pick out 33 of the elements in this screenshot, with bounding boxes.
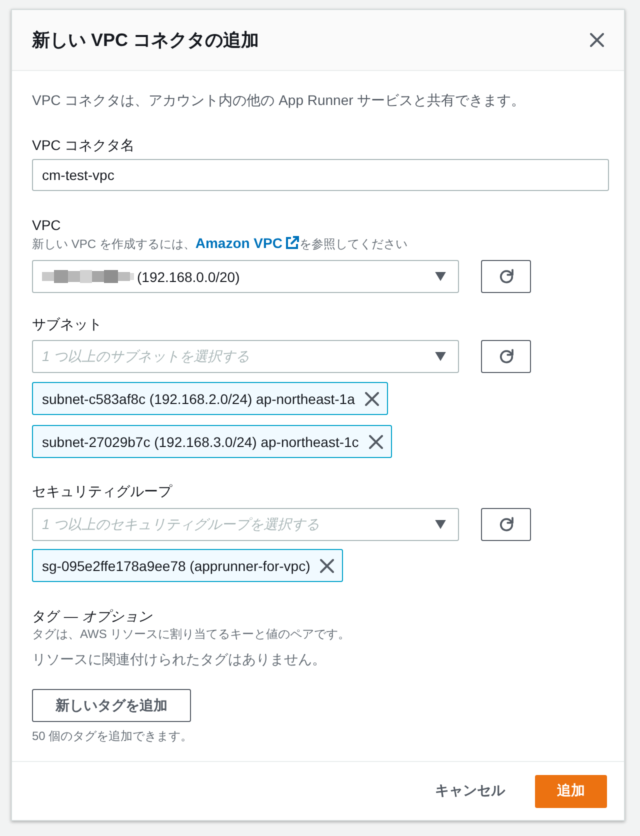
refresh-button[interactable] bbox=[481, 340, 531, 373]
refresh-button[interactable] bbox=[481, 508, 531, 541]
security-group-token-label: sg-095e2ffe178a9ee78 (apprunner-for-vpc) bbox=[42, 558, 310, 574]
caret-icon bbox=[435, 520, 446, 529]
amazon-vpc-link[interactable]: Amazon VPC bbox=[195, 235, 300, 251]
tag-limit-note: 50 個のタグを追加できます。 bbox=[32, 728, 193, 744]
caret-icon bbox=[435, 272, 446, 281]
remove-icon[interactable] bbox=[364, 392, 379, 406]
refresh-icon bbox=[498, 349, 514, 364]
field-label: サブネット bbox=[32, 315, 102, 334]
subnet-token-label: subnet-27029b7c (192.168.3.0/24) ap-northeast-1c bbox=[42, 434, 359, 450]
external-link-icon bbox=[285, 236, 300, 250]
tags-title: タグ — オプション bbox=[32, 607, 152, 626]
remove-icon[interactable] bbox=[368, 434, 383, 448]
field-label: VPC コネクタ名 bbox=[32, 136, 135, 155]
vpc-hint: 新しい VPC を作成するには、Amazon VPC を参照してください bbox=[32, 235, 408, 252]
name-input[interactable]: cm-test-vpc bbox=[32, 159, 609, 191]
refresh-button[interactable] bbox=[481, 260, 531, 293]
add-tag-button[interactable]: 新しいタグを追加 bbox=[32, 689, 191, 722]
refresh-icon bbox=[498, 517, 514, 532]
field-label: VPC bbox=[32, 216, 61, 235]
dialog-title: 新しい VPC コネクタの追加 bbox=[32, 29, 260, 52]
remove-icon[interactable] bbox=[320, 558, 334, 572]
no-tags-text: リソースに関連付けられたタグはありません。 bbox=[32, 650, 326, 669]
tags-hint: タグは、AWS リソースに割り当てるキーと値のペアです。 bbox=[32, 626, 350, 642]
cancel-button[interactable]: キャンセル bbox=[435, 782, 505, 800]
intro-text: VPC コネクタは、アカウント内の他の App Runner サービスと共有できます。 bbox=[32, 91, 526, 110]
refresh-icon bbox=[498, 269, 514, 284]
subnet-token-label: subnet-c583af8c (192.168.2.0/24) ap-northeast-1a bbox=[42, 390, 355, 406]
caret-icon bbox=[435, 352, 446, 361]
field-label: セキュリティグループ bbox=[32, 482, 172, 501]
vpc-select[interactable]: (192.168.0.0/20) bbox=[32, 260, 459, 293]
close-icon[interactable] bbox=[590, 33, 604, 47]
